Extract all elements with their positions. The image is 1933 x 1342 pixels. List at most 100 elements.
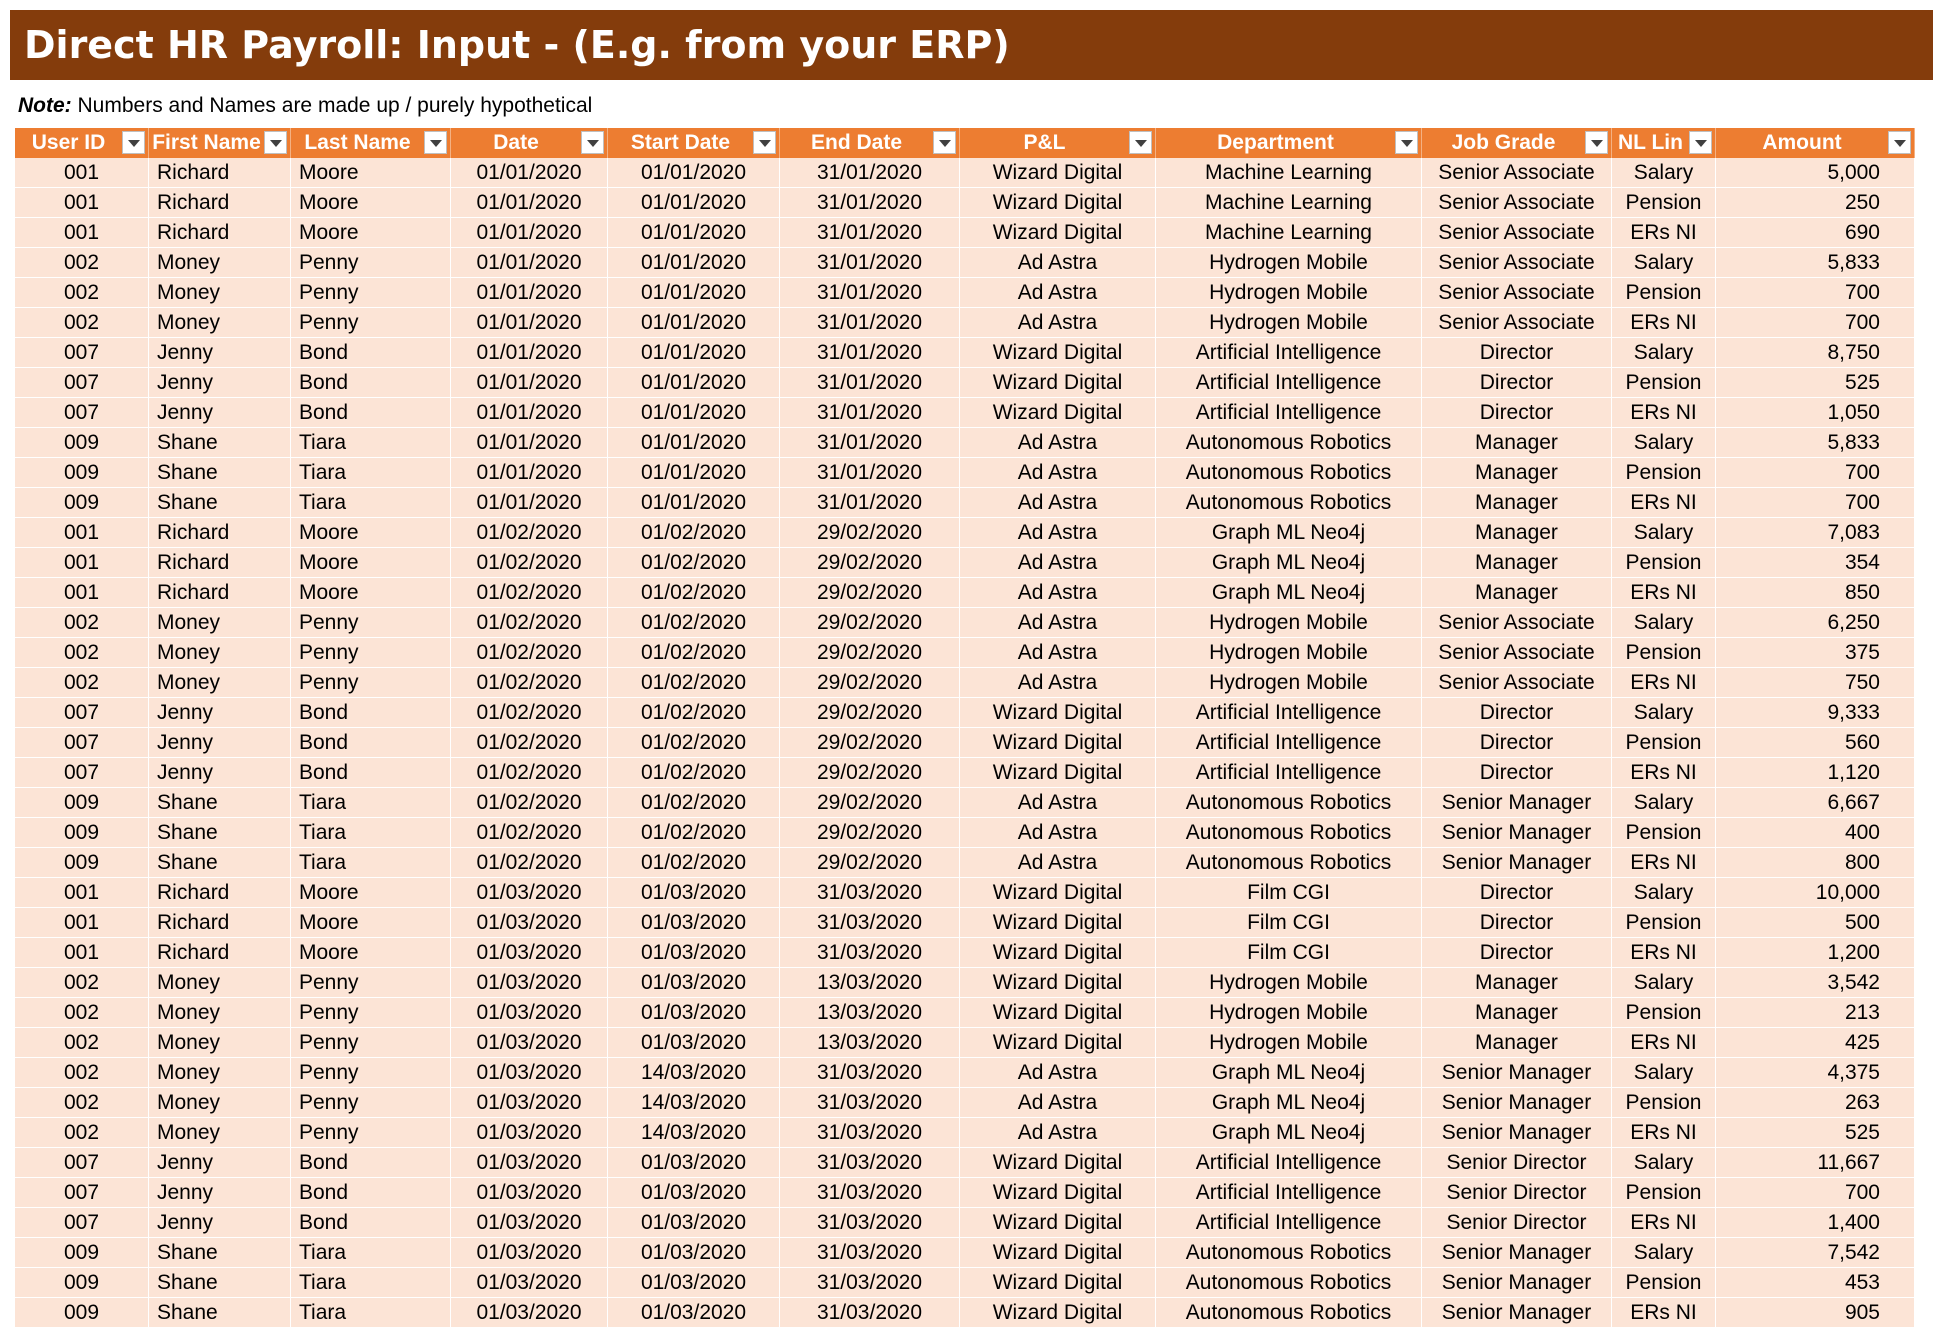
column-header-job-grade[interactable]: Job Grade [1422, 128, 1612, 158]
cell-end-date[interactable]: 31/03/2020 [780, 938, 960, 968]
cell-user-id[interactable]: 007 [15, 758, 149, 788]
cell-amount[interactable]: 400 [1716, 818, 1915, 848]
cell-user-id[interactable]: 007 [15, 338, 149, 368]
cell-end-date[interactable]: 29/02/2020 [780, 608, 960, 638]
cell-end-date[interactable]: 13/03/2020 [780, 998, 960, 1028]
cell-first-name[interactable]: Jenny [149, 728, 291, 758]
cell-last-name[interactable]: Tiara [291, 1298, 451, 1328]
cell-job-grade[interactable]: Director [1422, 398, 1612, 428]
cell-amount[interactable]: 5,833 [1716, 248, 1915, 278]
cell-last-name[interactable]: Bond [291, 1208, 451, 1238]
cell-user-id[interactable]: 001 [15, 218, 149, 248]
cell-job-grade[interactable]: Director [1422, 728, 1612, 758]
cell-user-id[interactable]: 002 [15, 608, 149, 638]
cell-department[interactable]: Graph ML Neo4j [1156, 518, 1422, 548]
cell-pl[interactable]: Wizard Digital [960, 998, 1156, 1028]
cell-last-name[interactable]: Bond [291, 728, 451, 758]
cell-date[interactable]: 01/03/2020 [451, 1028, 608, 1058]
cell-end-date[interactable]: 31/03/2020 [780, 1238, 960, 1268]
cell-end-date[interactable]: 31/03/2020 [780, 1178, 960, 1208]
cell-first-name[interactable]: Jenny [149, 368, 291, 398]
cell-department[interactable]: Autonomous Robotics [1156, 1298, 1422, 1328]
cell-nl-line[interactable]: Pension [1612, 998, 1716, 1028]
cell-pl[interactable]: Wizard Digital [960, 758, 1156, 788]
cell-job-grade[interactable]: Director [1422, 908, 1612, 938]
cell-nl-line[interactable]: ERs NI [1612, 218, 1716, 248]
cell-first-name[interactable]: Jenny [149, 1178, 291, 1208]
cell-amount[interactable]: 690 [1716, 218, 1915, 248]
column-header-pl[interactable]: P&L [960, 128, 1156, 158]
cell-start-date[interactable]: 01/01/2020 [608, 338, 780, 368]
cell-amount[interactable]: 700 [1716, 1178, 1915, 1208]
cell-start-date[interactable]: 01/01/2020 [608, 278, 780, 308]
cell-start-date[interactable]: 01/03/2020 [608, 1148, 780, 1178]
cell-nl-line[interactable]: Salary [1612, 1148, 1716, 1178]
cell-nl-line[interactable]: Salary [1612, 968, 1716, 998]
cell-end-date[interactable]: 29/02/2020 [780, 848, 960, 878]
cell-date[interactable]: 01/03/2020 [451, 1268, 608, 1298]
cell-first-name[interactable]: Money [149, 1088, 291, 1118]
cell-last-name[interactable]: Moore [291, 938, 451, 968]
cell-pl[interactable]: Ad Astra [960, 638, 1156, 668]
cell-pl[interactable]: Ad Astra [960, 548, 1156, 578]
cell-amount[interactable]: 905 [1716, 1298, 1915, 1328]
cell-pl[interactable]: Wizard Digital [960, 878, 1156, 908]
cell-job-grade[interactable]: Director [1422, 338, 1612, 368]
cell-job-grade[interactable]: Senior Manager [1422, 1268, 1612, 1298]
cell-amount[interactable]: 525 [1716, 1118, 1915, 1148]
cell-date[interactable]: 01/01/2020 [451, 188, 608, 218]
cell-pl[interactable]: Wizard Digital [960, 1208, 1156, 1238]
cell-date[interactable]: 01/03/2020 [451, 938, 608, 968]
cell-department[interactable]: Film CGI [1156, 878, 1422, 908]
cell-end-date[interactable]: 31/03/2020 [780, 1118, 960, 1148]
cell-end-date[interactable]: 31/01/2020 [780, 248, 960, 278]
cell-start-date[interactable]: 01/03/2020 [608, 1178, 780, 1208]
cell-date[interactable]: 01/02/2020 [451, 818, 608, 848]
cell-start-date[interactable]: 01/03/2020 [608, 1028, 780, 1058]
cell-end-date[interactable]: 31/01/2020 [780, 338, 960, 368]
cell-amount[interactable]: 850 [1716, 578, 1915, 608]
cell-start-date[interactable]: 01/02/2020 [608, 518, 780, 548]
cell-date[interactable]: 01/02/2020 [451, 518, 608, 548]
cell-start-date[interactable]: 01/01/2020 [608, 368, 780, 398]
cell-last-name[interactable]: Penny [291, 278, 451, 308]
cell-last-name[interactable]: Bond [291, 398, 451, 428]
cell-first-name[interactable]: Shane [149, 1238, 291, 1268]
cell-user-id[interactable]: 009 [15, 788, 149, 818]
cell-first-name[interactable]: Jenny [149, 698, 291, 728]
cell-nl-line[interactable]: Pension [1612, 818, 1716, 848]
cell-user-id[interactable]: 001 [15, 548, 149, 578]
cell-job-grade[interactable]: Manager [1422, 578, 1612, 608]
cell-user-id[interactable]: 001 [15, 908, 149, 938]
cell-pl[interactable]: Wizard Digital [960, 728, 1156, 758]
cell-last-name[interactable]: Penny [291, 1118, 451, 1148]
cell-end-date[interactable]: 13/03/2020 [780, 1028, 960, 1058]
cell-last-name[interactable]: Tiara [291, 488, 451, 518]
cell-end-date[interactable]: 31/03/2020 [780, 1298, 960, 1328]
cell-user-id[interactable]: 001 [15, 938, 149, 968]
cell-end-date[interactable]: 31/03/2020 [780, 878, 960, 908]
cell-nl-line[interactable]: Salary [1612, 248, 1716, 278]
cell-job-grade[interactable]: Senior Manager [1422, 848, 1612, 878]
cell-nl-line[interactable]: ERs NI [1612, 1208, 1716, 1238]
cell-last-name[interactable]: Penny [291, 998, 451, 1028]
cell-amount[interactable]: 11,667 [1716, 1148, 1915, 1178]
cell-date[interactable]: 01/01/2020 [451, 338, 608, 368]
cell-nl-line[interactable]: ERs NI [1612, 938, 1716, 968]
cell-last-name[interactable]: Moore [291, 548, 451, 578]
cell-amount[interactable]: 560 [1716, 728, 1915, 758]
cell-last-name[interactable]: Bond [291, 698, 451, 728]
cell-pl[interactable]: Ad Astra [960, 608, 1156, 638]
cell-pl[interactable]: Wizard Digital [960, 398, 1156, 428]
cell-amount[interactable]: 9,333 [1716, 698, 1915, 728]
cell-amount[interactable]: 6,667 [1716, 788, 1915, 818]
cell-start-date[interactable]: 01/01/2020 [608, 398, 780, 428]
cell-department[interactable]: Graph ML Neo4j [1156, 1058, 1422, 1088]
cell-first-name[interactable]: Money [149, 308, 291, 338]
cell-first-name[interactable]: Money [149, 278, 291, 308]
cell-first-name[interactable]: Jenny [149, 1148, 291, 1178]
cell-date[interactable]: 01/02/2020 [451, 698, 608, 728]
cell-nl-line[interactable]: Salary [1612, 158, 1716, 188]
cell-job-grade[interactable]: Manager [1422, 428, 1612, 458]
cell-start-date[interactable]: 01/02/2020 [608, 668, 780, 698]
